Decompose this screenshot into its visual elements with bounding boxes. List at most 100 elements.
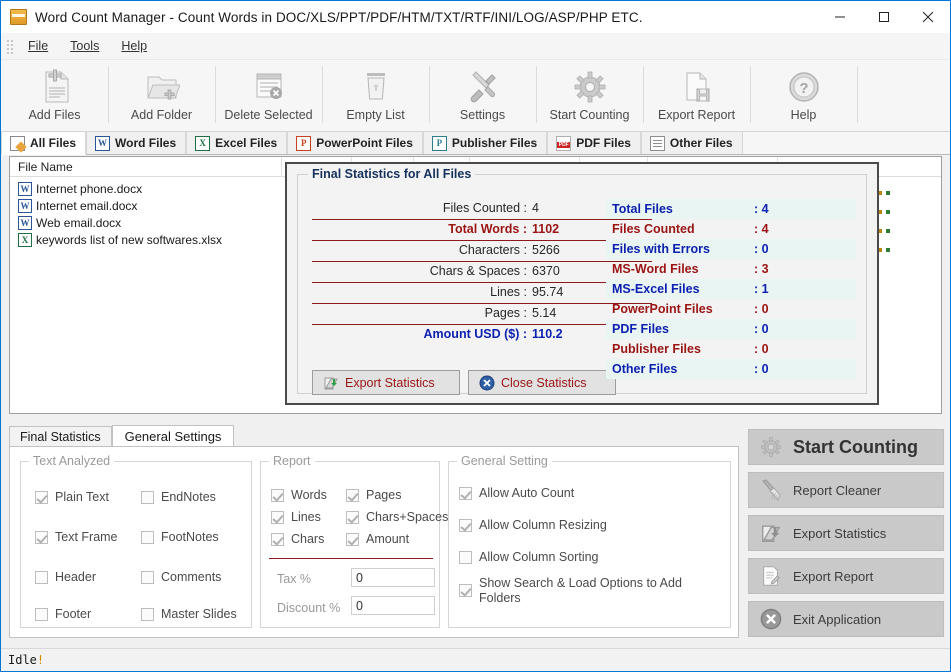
checkbox-label: Chars [291,532,325,546]
tab-publisher-files[interactable]: Publisher Files [422,132,548,154]
checkbox-master-slides[interactable]: Master Slides [141,607,237,622]
toolbar-export-report[interactable]: Export Report [643,60,750,131]
checkbox-chars-spaces[interactable]: Chars+Spaces [346,510,448,525]
tab-powerpoint-files[interactable]: PowerPoint Files [287,132,423,154]
toolbar-settings[interactable]: Settings [429,60,536,131]
report-cleaner-button-label: Report Cleaner [793,482,882,498]
tax-percent-input[interactable]: 0 [351,568,435,587]
checkbox-icon [271,533,284,546]
export-report-action-button[interactable]: Export Report [748,558,944,594]
file-name: Web email.docx [36,215,122,230]
checkbox-icon [459,584,472,597]
close-statistics-button[interactable]: Close Statistics [468,370,616,395]
tab-pdf-files[interactable]: PDF Files [547,132,641,154]
menu-item-file[interactable]: File [17,36,59,56]
excel-icon [18,232,32,247]
delete-selected-icon [252,67,286,107]
menu-item-help[interactable]: Help [110,36,158,56]
tab-final-statistics-label: Final Statistics [20,430,101,444]
tab-pdf-files-label: PDF Files [576,136,631,150]
checkbox-header[interactable]: Header [35,570,96,585]
export-statistics-action-button[interactable]: Export Statistics [748,515,944,551]
menu-tools-label: Tools [70,39,100,53]
menu-bar: File Tools Help [1,33,950,60]
report-divider [269,558,433,559]
status-text: Idle [8,653,37,667]
breakdown-value: : 0 [754,302,769,316]
tab-other-files[interactable]: Other Files [640,132,743,154]
checkbox-chars[interactable]: Chars [271,532,324,547]
checkbox-endnotes[interactable]: EndNotes [141,490,216,505]
column-header-file-name[interactable]: File Name [10,156,282,177]
checkbox-text-frame[interactable]: Text Frame [35,530,118,545]
breakdown-row-other-files: Other Files : 0 [606,359,856,379]
toolbar-help[interactable]: ? Help [750,60,857,131]
checkbox-allow-column-sorting[interactable]: Allow Column Sorting [459,550,599,565]
checkbox-footnotes[interactable]: FootNotes [141,530,219,545]
toolbar-empty-list[interactable]: Empty List [322,60,429,131]
checkbox-allow-auto-count[interactable]: Allow Auto Count [459,486,574,501]
checkbox-label: Text Frame [55,530,118,544]
tab-excel-files-label: Excel Files [215,136,278,150]
breakdown-label: Files Counted [612,222,695,236]
checkbox-icon [346,489,359,502]
export-statistics-button[interactable]: Export Statistics [312,370,460,395]
toolbar-delete-selected[interactable]: Delete Selected [215,60,322,131]
checkbox-label: Allow Column Resizing [479,518,607,532]
close-button[interactable] [906,1,950,32]
marker-dot-icon [886,248,890,252]
export-statistics-icon [323,375,339,391]
checkbox-pages[interactable]: Pages [346,488,401,503]
breakdown-label: PDF Files [612,322,669,336]
checkbox-lines[interactable]: Lines [271,510,321,525]
maximize-button[interactable] [862,1,906,32]
broom-icon [759,478,783,502]
powerpoint-icon [296,135,312,151]
menu-file-label: File [28,39,49,53]
checkbox-icon [271,489,284,502]
svg-text:?: ? [799,80,808,97]
tab-excel-files[interactable]: Excel Files [186,132,288,154]
minimize-button[interactable] [818,1,862,32]
stat-label: Total Words : [448,222,527,236]
tab-word-files[interactable]: Word Files [86,132,187,154]
checkbox-label: Comments [161,570,222,584]
breakdown-row-ms-word-files: MS-Word Files : 3 [606,259,856,279]
tab-all-files[interactable]: All Files [1,132,87,155]
menu-item-tools[interactable]: Tools [59,36,110,56]
checkbox-allow-column-resizing[interactable]: Allow Column Resizing [459,518,607,533]
stat-row-lines: Lines : 95.74 [312,285,652,304]
row-marker [878,248,890,252]
exit-application-button[interactable]: Exit Application [748,601,944,637]
stat-label: Chars & Spaces : [429,264,527,278]
checkbox-show-search-load-options[interactable]: Show Search & Load Options to Add Folder… [459,576,709,606]
breakdown-value: : 0 [754,342,769,356]
row-marker [878,191,890,195]
toolbar-delete-selected-label: Delete Selected [224,108,313,122]
tab-other-files-label: Other Files [669,136,733,150]
window-controls [818,1,950,32]
discount-percent-input[interactable]: 0 [351,596,435,615]
toolbar-add-folder[interactable]: Add Folder [108,60,215,131]
toolbar-start-counting[interactable]: Start Counting [536,60,643,131]
checkbox-label: Header [55,570,96,584]
checkbox-words[interactable]: Words [271,488,327,503]
breakdown-value: : 3 [754,262,769,276]
checkbox-amount[interactable]: Amount [346,532,409,547]
close-circle-icon [479,375,495,391]
start-counting-button[interactable]: Start Counting [748,429,944,465]
word-icon [95,135,111,151]
gear-icon [759,435,783,459]
tab-final-statistics[interactable]: Final Statistics [9,426,112,447]
word-icon [18,198,32,213]
toolbar-add-files[interactable]: Add Files [1,60,108,131]
checkbox-label: Lines [291,510,321,524]
checkbox-label: FootNotes [161,530,219,544]
report-cleaner-button[interactable]: Report Cleaner [748,472,944,508]
checkbox-comments[interactable]: Comments [141,570,221,585]
tab-general-settings[interactable]: General Settings [111,425,235,447]
checkbox-footer[interactable]: Footer [35,607,91,622]
export-statistics-icon [759,521,783,545]
statistics-dialog-buttons: Export Statistics Close Statistics [312,370,616,395]
checkbox-plain-text[interactable]: Plain Text [35,490,109,505]
